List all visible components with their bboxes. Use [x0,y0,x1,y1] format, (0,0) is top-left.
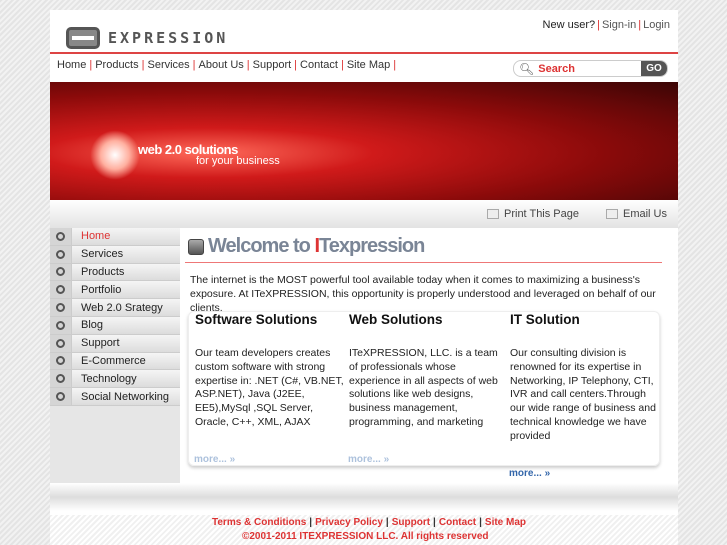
sidebar: Home Services Products Portfolio Web 2.0 Sra… [50,228,180,483]
sidebar-item-label: Services [81,248,124,261]
column-title: IT Solution [510,312,580,327]
bullet-circle-icon [50,263,72,281]
footer-band [50,483,678,511]
signin-link[interactable]: Sign-in [602,19,636,31]
new-user-label: New user? [542,19,596,31]
nav-products[interactable]: Products [95,59,138,71]
bullet-circle-icon [50,228,72,245]
more-link-software[interactable]: more... » [194,454,235,465]
bullet-circle-icon [50,388,72,405]
footer-contact[interactable]: Contact [439,517,476,528]
banner-glow [90,130,140,180]
print-label: Print This Page [504,208,580,220]
footer-privacy[interactable]: Privacy Policy [315,517,383,528]
sidebar-item-services[interactable]: Services [50,245,180,264]
web-solutions: Web Solutions ITeXPRESSION, LLC. is a tea… [349,312,504,430]
sidebar-item-blog[interactable]: Blog [50,316,180,335]
title-divider [185,262,662,263]
sidebar-item-social-networking[interactable]: Social Networking [50,388,180,406]
logo-text: EXPRESSION [108,29,229,47]
sidebar-item-label: Products [81,265,125,278]
email-label: Email Us [623,208,668,220]
envelope-icon [606,209,618,219]
column-text: ITeXPRESSION, LLC. is a team of professi… [349,347,498,428]
footer-support[interactable]: Support [392,517,430,528]
column-text: Our consulting division is renowned for … [510,347,656,442]
bullet-circle-icon [50,334,72,352]
page-title: Welcome to ITexpression [188,235,425,258]
more-link-web[interactable]: more... » [348,454,389,465]
sidebar-item-technology[interactable]: Technology [50,370,180,389]
go-button[interactable]: GO [641,61,667,76]
search-icon: 🔍︎ [519,61,535,76]
welcome-heading: Welcome to ITexpression [208,235,425,257]
bullet-circle-icon [50,316,72,334]
sidebar-item-label: Home [81,230,111,243]
bullet-circle-icon [50,281,72,299]
footer-terms[interactable]: Terms & Conditions [212,517,306,528]
it-solution: IT Solution Our consulting division is re… [510,312,660,444]
banner-subline: for your business [196,155,280,167]
column-text: Our team developers creates custom softw… [195,347,344,428]
more-link-it[interactable]: more... » [509,468,550,479]
copyright: ©2001-2011 ITEXPRESSION LLC. All rights … [242,531,489,542]
sidebar-item-support[interactable]: Support [50,334,180,353]
hero-banner: web 2.0 solutions for your business [50,82,678,200]
divider [50,52,678,54]
sidebar-item-e-commerce[interactable]: E-Commerce [50,352,180,371]
sidebar-item-products[interactable]: Products [50,263,180,282]
sidebar-item-portfolio[interactable]: Portfolio [50,281,180,300]
login-link[interactable]: Login [643,19,670,31]
bullet-circle-icon [50,299,72,316]
nav-support[interactable]: Support [253,59,292,71]
print-button[interactable]: Print This Page [487,208,579,220]
sidebar-item-label: Support [81,337,120,350]
printer-icon [487,209,499,219]
nav-home[interactable]: Home [57,59,86,71]
bullet-circle-icon [50,245,72,263]
column-title: Software Solutions [195,312,318,327]
search-input[interactable] [538,62,639,75]
logo[interactable]: EXPRESSION [66,27,286,49]
bullet-circle-icon [50,370,72,388]
sidebar-item-label: Portfolio [81,283,122,296]
sidebar-item-web-2-0-srategy[interactable]: Web 2.0 Srategy [50,299,180,317]
footer: Terms & Conditions | Privacy Policy | Suppor… [50,515,678,545]
nav-contact[interactable]: Contact [300,59,338,71]
software-solutions: Software Solutions Our team developers cr… [195,312,345,430]
column-title: Web Solutions [349,312,443,327]
title-bullet-icon [188,238,204,255]
nav-site-map[interactable]: Site Map [347,59,390,71]
solutions-panel: Software Solutions Our team developers cr… [188,311,660,466]
intro-text: The internet is the MOST powerful tool a… [190,274,656,314]
page-toolbar: Print This Page Email Us [50,200,678,228]
footer-site-map[interactable]: Site Map [485,517,526,528]
page: EXPRESSION New user? | Sign-in | Login Home |… [50,10,678,545]
sidebar-item-label: Social Networking [81,390,170,403]
logo-mark-icon [66,27,100,49]
nav-about-us[interactable]: About Us [199,59,244,71]
sidebar-item-label: E-Commerce [81,354,146,367]
sidebar-item-label: Technology [81,372,137,385]
sidebar-item-label: Web 2.0 Srategy [81,301,163,314]
main-content: Welcome to ITexpression The internet is … [183,228,678,493]
sidebar-item-home[interactable]: Home [50,228,180,246]
nav-services[interactable]: Services [147,59,189,71]
bullet-circle-icon [50,352,72,370]
email-button[interactable]: Email Us [606,208,667,220]
search-box: 🔍︎ GO [513,60,668,77]
top-nav: Home | Products | Services | About Us | Support |… [57,59,397,71]
login-bar: New user? | Sign-in | Login [542,19,670,31]
sidebar-item-label: Blog [81,319,104,332]
